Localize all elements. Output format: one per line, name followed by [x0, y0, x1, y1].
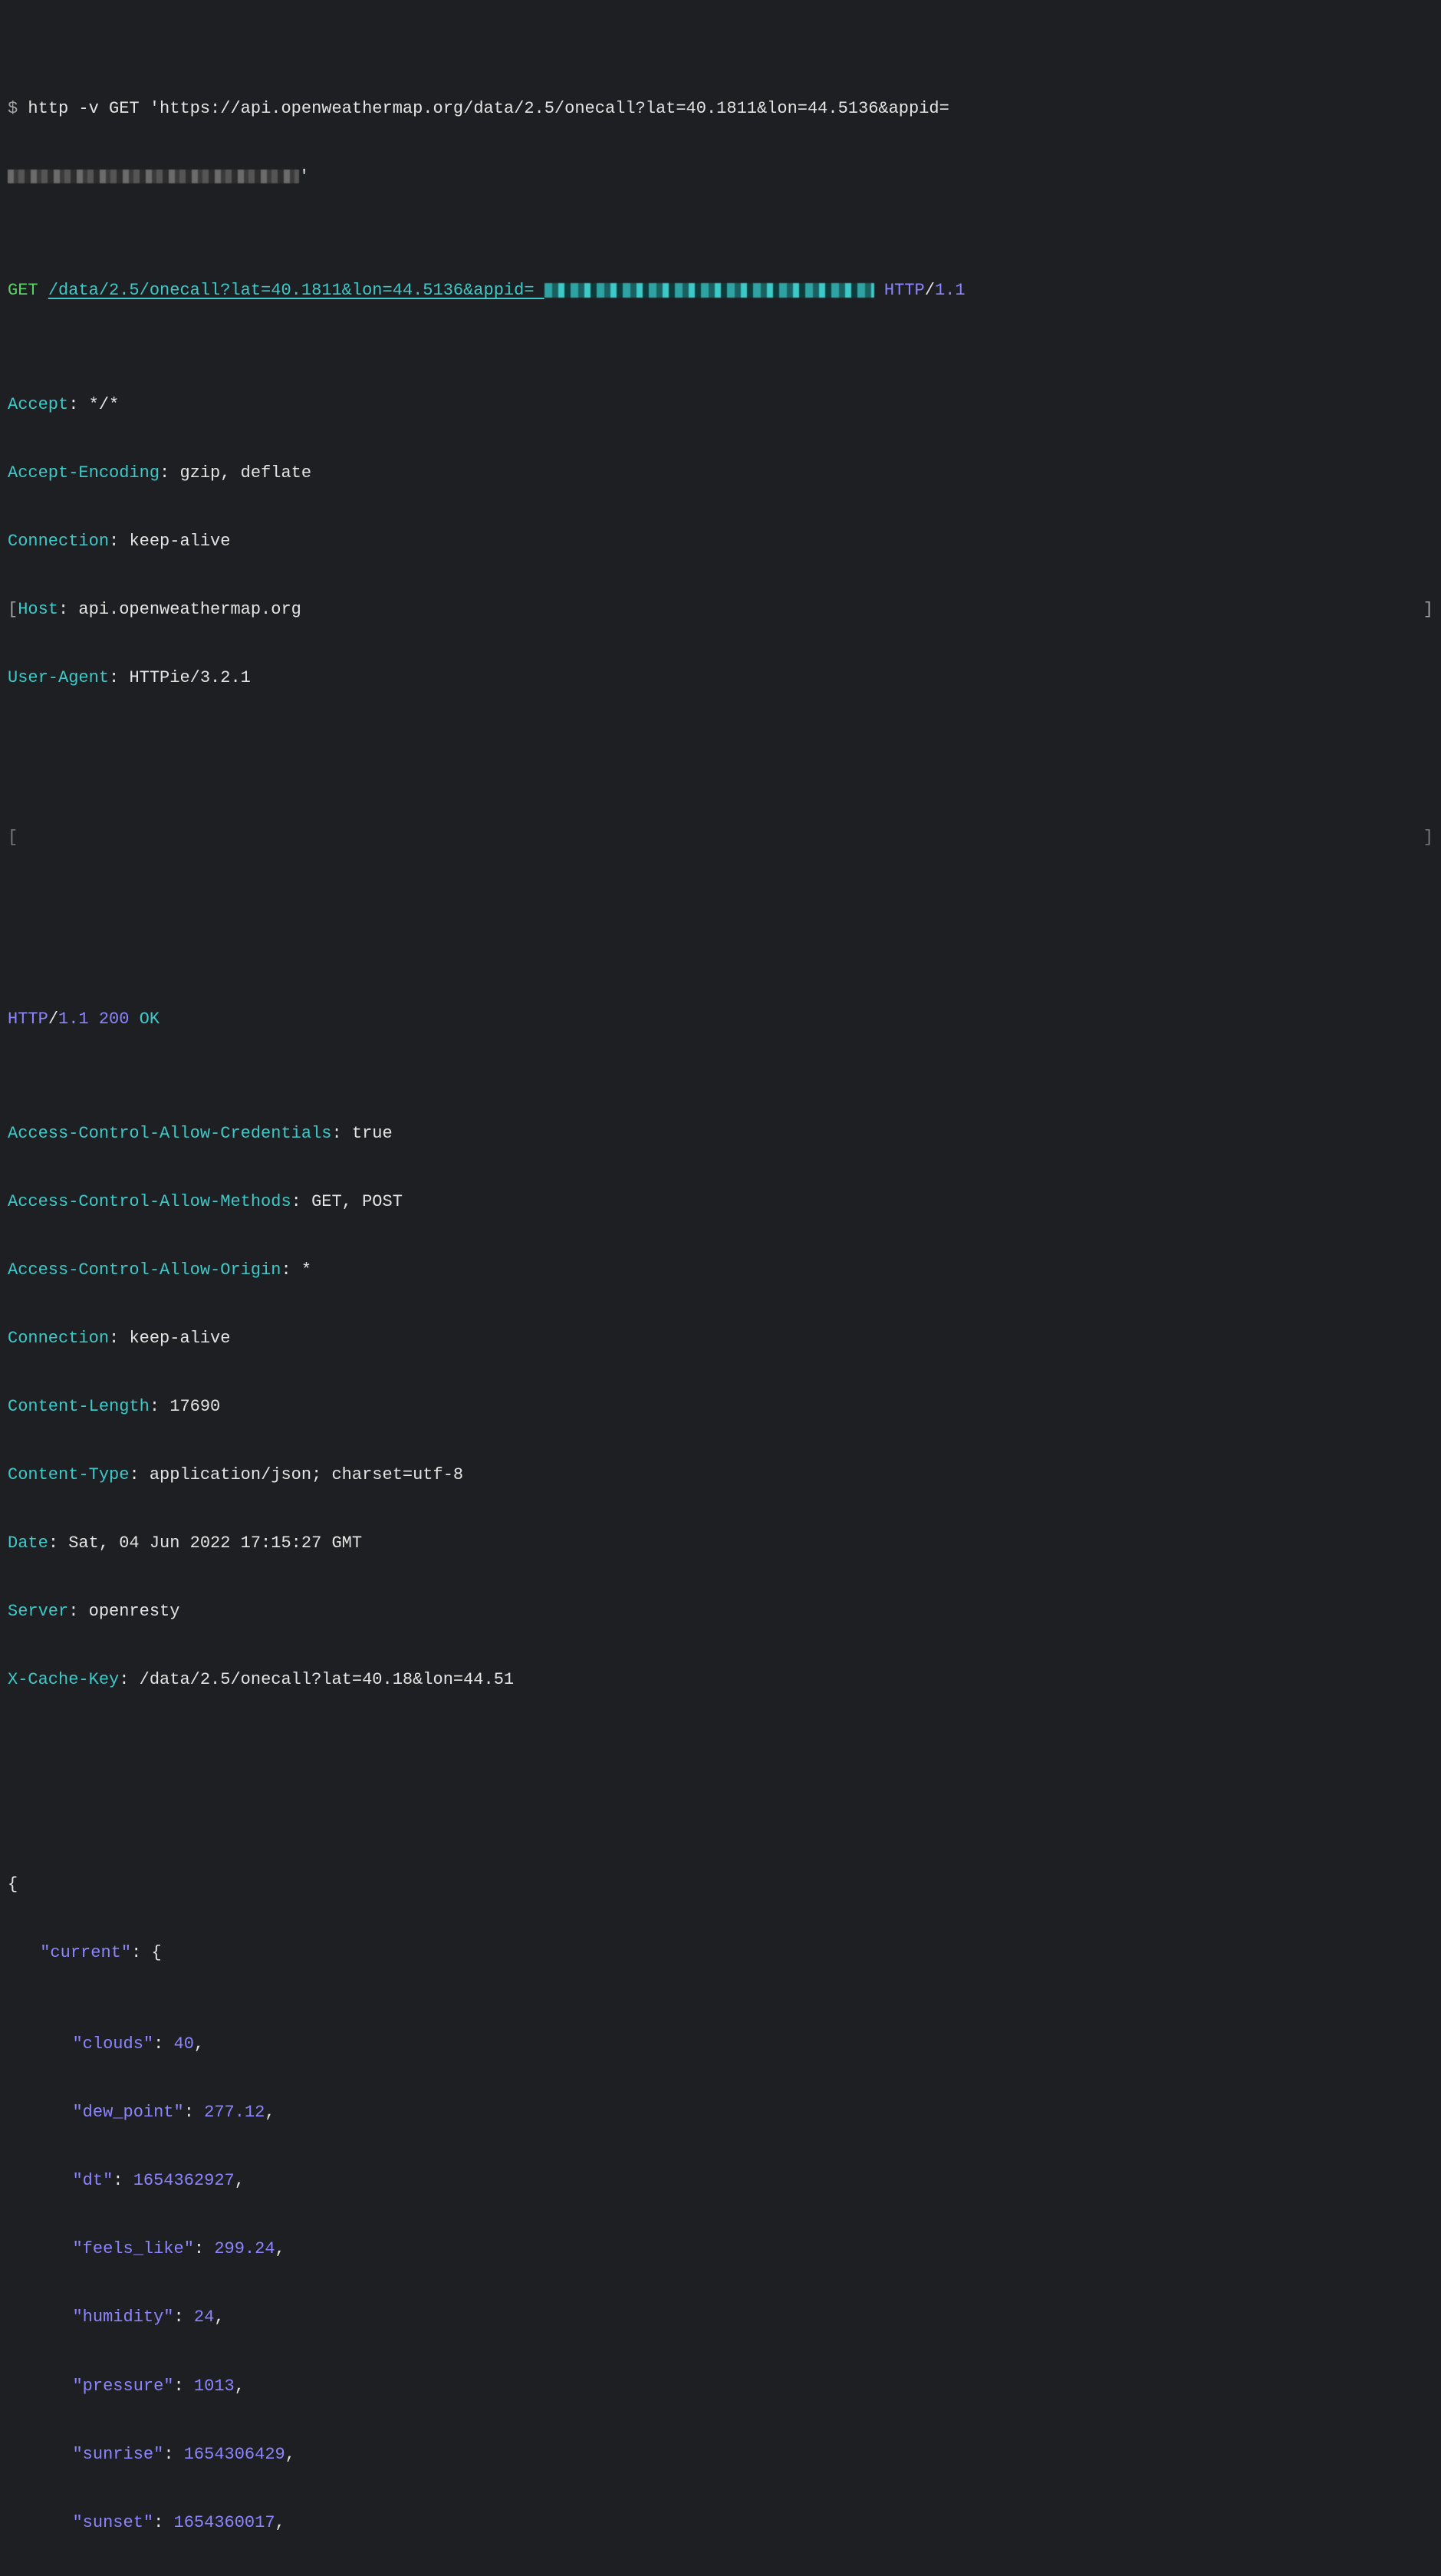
resp-header: Access-Control-Allow-Credentials: true: [8, 1122, 1433, 1145]
header-value: keep-alive: [129, 532, 230, 551]
json-pair: "humidity": 24,: [8, 2306, 1433, 2329]
blank-line: [8, 1760, 1433, 1783]
resp-header: X-Cache-Key: /data/2.5/onecall?lat=40.18…: [8, 1668, 1433, 1692]
json-pair: "sunset": 1654360017,: [8, 2512, 1433, 2535]
header-name: Connection: [8, 1329, 109, 1348]
header-name: Host: [18, 600, 58, 619]
resp-header: Content-Length: 17690: [8, 1395, 1433, 1418]
req-header-host: [Host: api.openweathermap.org]: [8, 598, 1433, 621]
json-pair: "dew_point": 277.12,: [8, 2101, 1433, 2124]
req-header: Accept-Encoding: gzip, deflate: [8, 462, 1433, 485]
resp-header: Content-Type: application/json; charset=…: [8, 1464, 1433, 1487]
json-pair: "feels_like": 299.24,: [8, 2238, 1433, 2261]
req-header: Connection: keep-alive: [8, 530, 1433, 553]
request-line: GET /data/2.5/onecall?lat=40.1811&lon=44…: [8, 279, 1433, 302]
cmd-line[interactable]: $ http -v GET 'https://api.openweatherma…: [8, 97, 1433, 120]
req-header: Accept: */*: [8, 394, 1433, 417]
header-value: application/json; charset=utf-8: [150, 1465, 463, 1484]
resp-proto: HTTP: [8, 1010, 48, 1029]
cmd-tool: http: [28, 99, 78, 118]
json-brace-open: {: [8, 1873, 1433, 1896]
resp-header: Access-Control-Allow-Origin: *: [8, 1259, 1433, 1282]
resp-status-text: OK: [140, 1010, 160, 1029]
json-current-key: "current": {: [8, 1942, 1433, 1965]
resp-header: Connection: keep-alive: [8, 1327, 1433, 1350]
blank-line: [8, 894, 1433, 917]
cmd-quote-close: ': [299, 167, 309, 186]
redacted-api-key-path: [544, 283, 874, 298]
cmd-quote-open: ': [150, 99, 160, 118]
cmd-line-2: ': [8, 166, 1433, 189]
header-value: *: [301, 1260, 311, 1280]
header-value: openresty: [89, 1602, 180, 1621]
header-value: /data/2.5/onecall?lat=40.18&lon=44.51: [140, 1670, 514, 1689]
header-value: Sat, 04 Jun 2022 17:15:27 GMT: [68, 1533, 362, 1553]
resp-header: Date: Sat, 04 Jun 2022 17:15:27 GMT: [8, 1532, 1433, 1555]
header-name: Server: [8, 1602, 68, 1621]
header-value: true: [352, 1124, 393, 1143]
header-value: keep-alive: [129, 1329, 230, 1348]
header-value: GET, POST: [311, 1192, 403, 1211]
header-name: X-Cache-Key: [8, 1670, 119, 1689]
http-proto-ver: 1.1: [935, 281, 966, 300]
header-name: Content-Length: [8, 1397, 150, 1416]
header-value: gzip, deflate: [179, 463, 311, 483]
redacted-api-key-cmd: [8, 170, 299, 184]
header-name: Connection: [8, 532, 109, 551]
header-name: Accept-Encoding: [8, 463, 160, 483]
json-pair: "dt": 1654362927,: [8, 2169, 1433, 2192]
http-method: GET: [8, 281, 48, 300]
blank-line: [8, 758, 1433, 781]
response-status-line: HTTP/1.1 200 OK: [8, 1008, 1433, 1031]
resp-proto-ver: 1.1: [58, 1010, 99, 1029]
json-pair: "sunrise": 1654306429,: [8, 2443, 1433, 2466]
prompt: $: [8, 99, 28, 118]
header-value: */*: [89, 395, 120, 414]
header-name: Date: [8, 1533, 48, 1553]
resp-header: Access-Control-Allow-Methods: GET, POST: [8, 1191, 1433, 1214]
header-name: Access-Control-Allow-Origin: [8, 1260, 281, 1280]
cmd-flags: -v GET: [78, 99, 149, 118]
header-value: 17690: [169, 1397, 220, 1416]
divider-brackets: []: [8, 826, 1433, 849]
resp-status-code: 200: [99, 1010, 140, 1029]
terminal-output: $ http -v GET 'https://api.openweatherma…: [0, 0, 1441, 2576]
req-header: User-Agent: HTTPie/3.2.1: [8, 667, 1433, 690]
header-value: HTTPie/3.2.1: [129, 668, 250, 687]
http-proto-slash: /: [925, 281, 935, 300]
header-name: Access-Control-Allow-Credentials: [8, 1124, 331, 1143]
json-pair: "pressure": 1013,: [8, 2375, 1433, 2398]
http-proto: HTTP: [874, 281, 925, 300]
json-pair: "clouds": 40,: [8, 2033, 1433, 2056]
header-name: Access-Control-Allow-Methods: [8, 1192, 291, 1211]
header-value: api.openweathermap.org: [78, 600, 301, 619]
header-name: Accept: [8, 395, 68, 414]
resp-header: Server: openresty: [8, 1600, 1433, 1623]
request-path: /data/2.5/onecall?lat=40.1811&lon=44.513…: [48, 281, 874, 300]
cmd-url: https://api.openweathermap.org/data/2.5/…: [160, 99, 949, 118]
header-name: Content-Type: [8, 1465, 129, 1484]
header-name: User-Agent: [8, 668, 109, 687]
